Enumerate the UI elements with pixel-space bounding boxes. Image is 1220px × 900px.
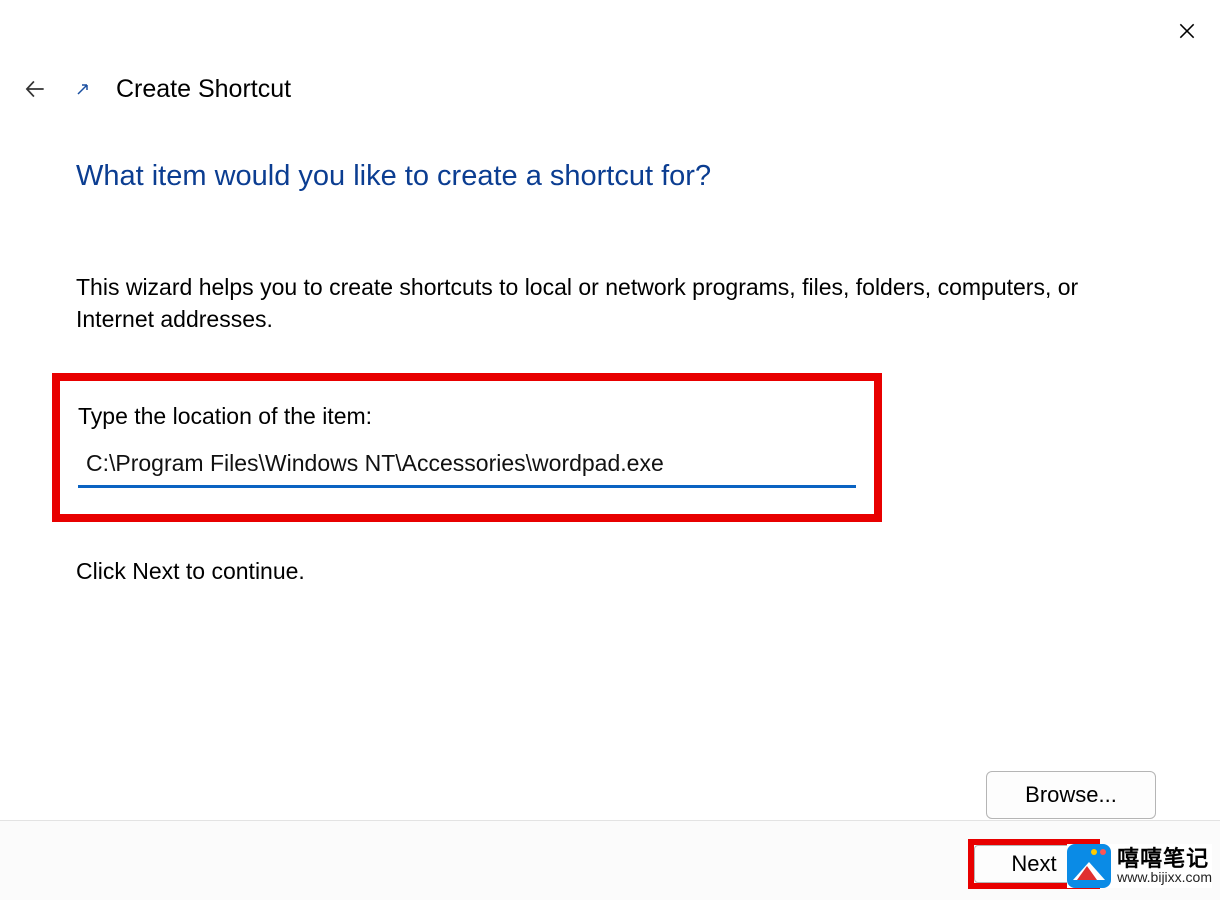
watermark-title: 嘻嘻笔记: [1117, 847, 1212, 870]
shortcut-arrow-icon: [74, 80, 92, 98]
wizard-footer: Next: [0, 820, 1220, 900]
wizard-header: Create Shortcut: [20, 74, 1200, 104]
create-shortcut-wizard: Create Shortcut What item would you like…: [0, 0, 1220, 900]
page-title: Create Shortcut: [116, 75, 291, 104]
browse-button[interactable]: Browse...: [986, 771, 1156, 819]
wizard-description: This wizard helps you to create shortcut…: [76, 271, 1144, 335]
arrow-left-icon: [22, 76, 48, 102]
watermark-logo-icon: [1067, 844, 1111, 888]
watermark-url: www.bijixx.com: [1117, 870, 1212, 885]
watermark: 嘻嘻笔记 www.bijixx.com: [1067, 844, 1212, 888]
main-heading: What item would you like to create a sho…: [76, 160, 1144, 193]
location-highlight-box: Type the location of the item:: [52, 373, 882, 522]
close-button[interactable]: [1172, 16, 1202, 46]
close-icon: [1177, 21, 1197, 41]
back-button[interactable]: [20, 74, 50, 104]
wizard-body: What item would you like to create a sho…: [76, 160, 1144, 585]
location-input[interactable]: [78, 442, 856, 488]
continue-instructions: Click Next to continue.: [76, 558, 1144, 585]
location-input-label: Type the location of the item:: [78, 403, 856, 430]
